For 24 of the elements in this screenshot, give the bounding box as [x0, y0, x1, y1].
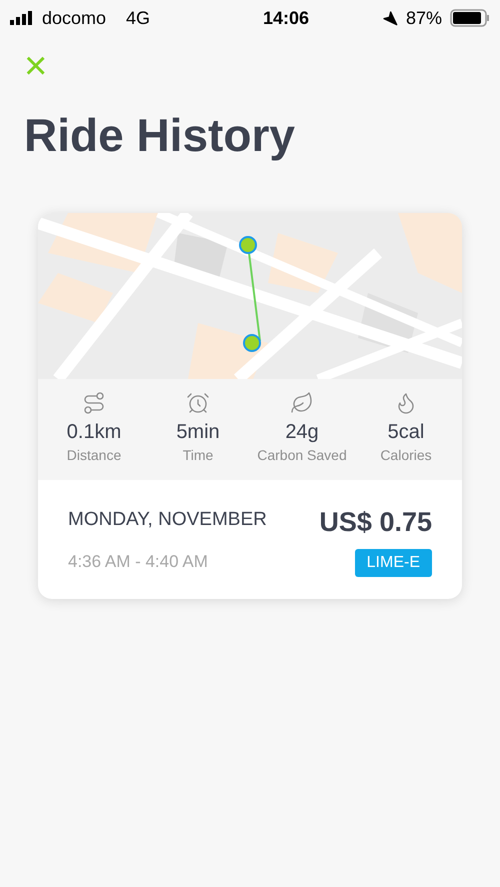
stat-value: 0.1km: [66, 420, 122, 445]
leaf-icon: [290, 391, 314, 415]
battery-percent: 87%: [406, 6, 442, 30]
stat-label: Distance: [66, 446, 122, 465]
network-type: 4G: [126, 6, 150, 30]
ride-card[interactable]: 0.1km Distance 5min Time 24g Carbon Saved 5cal Calories MONDAY, NOVEMBER 4:36 AM - 4:40 AM US$ 0.75 LIME-E: [38, 213, 462, 598]
vehicle-badge: LIME-E: [354, 548, 432, 576]
location-arrow-icon: [382, 10, 398, 26]
stat-value: 24g: [285, 420, 319, 445]
alarm-clock-icon: [186, 391, 210, 415]
page-title: Ride History: [24, 108, 296, 163]
ride-price: US$ 0.75: [319, 506, 432, 539]
stat-label: Calories: [380, 446, 432, 465]
clock-time: 14:06: [262, 6, 310, 30]
carrier-name: docomo: [42, 6, 106, 30]
route-icon: [82, 391, 106, 415]
stat-value: 5min: [176, 420, 220, 445]
stat-label: Time: [182, 446, 214, 465]
stat-value: 5cal: [388, 420, 424, 445]
battery-icon: [450, 9, 490, 27]
signal-icon: [10, 11, 34, 25]
stat-label: Carbon Saved: [257, 446, 347, 465]
ride-time-range: 4:36 AM - 4:40 AM: [68, 550, 209, 572]
ride-date: MONDAY, NOVEMBER: [68, 508, 267, 532]
